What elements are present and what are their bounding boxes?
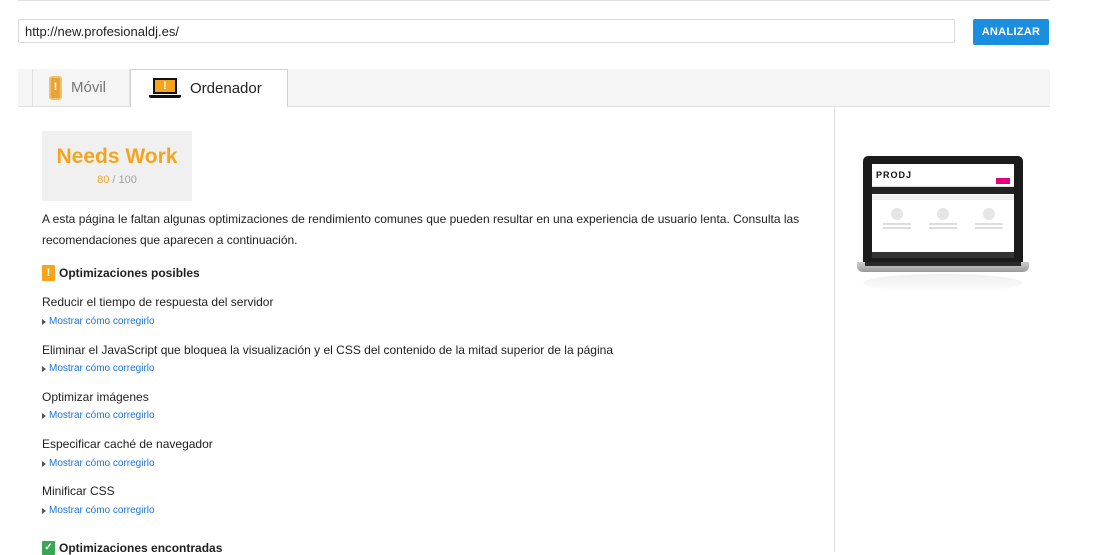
checkmark-icon: ✓ (42, 541, 55, 555)
found-optimizations-title: Optimizaciones encontradas (59, 541, 223, 555)
tab-mobile-label: Móvil (71, 79, 107, 96)
possible-optimizations-title: Optimizaciones posibles (59, 266, 200, 280)
expand-triangle-icon (42, 460, 46, 467)
tab-desktop-label: Ordenador (190, 80, 262, 97)
score-max: / 100 (112, 174, 137, 186)
show-fix-link-label: Mostrar cómo corregirlo (49, 458, 155, 469)
preview-pane: PRODJ (835, 107, 1050, 552)
show-fix-link-label: Mostrar cómo corregirlo (49, 316, 155, 327)
desktop-warning-icon: ! (149, 77, 181, 100)
url-input[interactable] (18, 19, 955, 43)
results-panel: Needs Work 80 / 100 A esta página le fal… (18, 107, 835, 555)
show-fix-link-label: Mostrar cómo corregirlo (49, 505, 155, 516)
expand-triangle-icon (42, 365, 46, 372)
warning-icon: ! (42, 265, 55, 281)
preview-screen: PRODJ (872, 164, 1014, 258)
laptop-lid: PRODJ (863, 156, 1023, 262)
top-divider (18, 0, 1050, 1)
possible-optimizations-heading: ! Optimizaciones posibles (42, 265, 200, 281)
summary-text: A esta página le faltan algunas optimiza… (42, 212, 800, 247)
tab-mobile[interactable]: ! Móvil (32, 69, 130, 106)
mobile-warning-icon: ! (49, 75, 62, 100)
score-number: 80 (97, 174, 110, 186)
show-fix-link[interactable]: Mostrar cómo corregirlo (42, 458, 155, 469)
found-optimizations-heading: ✓ Optimizaciones encontradas (42, 541, 222, 555)
tab-desktop[interactable]: ! Ordenador (130, 69, 288, 107)
show-fix-link[interactable]: Mostrar cómo corregirlo (42, 363, 155, 374)
show-fix-link[interactable]: Mostrar cómo corregirlo (42, 316, 155, 327)
expand-triangle-icon (42, 507, 46, 514)
preview-logo: PRODJ (876, 170, 913, 180)
show-fix-link[interactable]: Mostrar cómo corregirlo (42, 410, 155, 421)
device-tab-bar: ! Móvil ! Ordenador (18, 69, 1050, 107)
rule-title: Reducir el tiempo de respuesta del servi… (42, 295, 274, 309)
score-value: 80 / 100 (42, 174, 192, 186)
rule-title: Especificar caché de navegador (42, 437, 213, 451)
score-status: Needs Work (56, 145, 178, 168)
expand-triangle-icon (42, 318, 46, 325)
rule-title: Minificar CSS (42, 484, 115, 498)
show-fix-link-label: Mostrar cómo corregirlo (49, 410, 155, 421)
desktop-screenshot-preview: PRODJ (857, 154, 1029, 294)
score-card: Needs Work 80 / 100 (42, 131, 192, 201)
show-fix-link-label: Mostrar cómo corregirlo (49, 363, 155, 374)
show-fix-link[interactable]: Mostrar cómo corregirlo (42, 505, 155, 516)
expand-triangle-icon (42, 412, 46, 419)
rule-title: Optimizar imágenes (42, 390, 149, 404)
analyze-button[interactable]: ANALIZAR (973, 19, 1049, 45)
rule-title: Eliminar el JavaScript que bloquea la vi… (42, 343, 613, 357)
